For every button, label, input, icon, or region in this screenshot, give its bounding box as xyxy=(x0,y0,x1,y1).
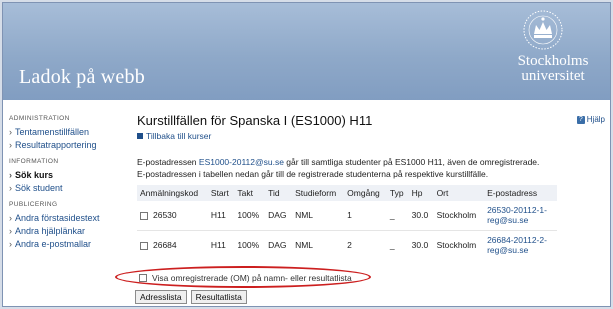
app-title: Ladok på webb xyxy=(19,66,145,88)
app-window: Ladok på webb Stockholms universitet ADM… xyxy=(2,2,611,307)
sidebar-item-andra-hjalplankar[interactable]: › Andra hjälplänkar xyxy=(9,225,121,238)
info-pre: E-postadressen xyxy=(137,157,199,167)
column-header: Anmälningskod xyxy=(137,185,208,201)
sidebar-item-label: Sök student xyxy=(15,183,63,193)
code-cell: 26684 xyxy=(137,229,208,259)
sidebar-item-sok-kurs[interactable]: › Sök kurs xyxy=(9,169,121,182)
studieform-cell: NML xyxy=(295,210,314,221)
column-header: E-postadress xyxy=(484,185,557,201)
column-header: Ort xyxy=(433,185,485,201)
typ-cell: _ xyxy=(389,210,395,221)
sidebar-item-andra-e-postmallar[interactable]: › Andra e-postmallar xyxy=(9,238,121,251)
sidebar-item-label: Andra e-postmallar xyxy=(15,239,92,249)
row-checkbox[interactable] xyxy=(140,241,148,250)
email-link[interactable]: 26684-20112-2- reg@su.se xyxy=(484,229,557,259)
address-list-button[interactable]: Adresslista xyxy=(135,290,187,304)
column-header: Typ xyxy=(386,185,409,201)
sidebar-item-andra-forstasidestext[interactable]: › Andra förstasidestext xyxy=(9,212,121,225)
studieform-cell: NML xyxy=(292,229,345,259)
crown-crest-icon xyxy=(523,10,563,50)
table-row: 26684 H11 100% DAG NML 2 _ 30.0 Stockhol… xyxy=(137,229,557,259)
tid-cell: DAG xyxy=(265,229,293,259)
table-row: 26530 H11 100% DAG NML 1 _ 30.0 Stockhol… xyxy=(137,201,557,230)
chevron-right-icon: › xyxy=(9,226,12,236)
column-header: Tid xyxy=(265,185,293,201)
code-value: 26684 xyxy=(153,239,177,250)
takt-cell: 100% xyxy=(237,210,260,221)
result-list-button[interactable]: Resultatlista xyxy=(190,290,247,304)
chevron-right-icon: › xyxy=(9,127,12,137)
column-header: Start xyxy=(207,185,235,201)
info-text: E-postadressen ES1000-20112@su.se går ti… xyxy=(137,156,609,180)
university-logo[interactable]: Stockholms universitet xyxy=(501,7,601,89)
omgang-cell: 2 xyxy=(344,229,387,259)
email-link[interactable]: 26530-20112-1- reg@su.se xyxy=(484,201,557,230)
page-header: Ladok på webb Stockholms universitet xyxy=(3,3,610,100)
sidebar-item-label: Andra hjälplänkar xyxy=(15,226,86,236)
brand-line: Stockholms xyxy=(517,53,589,69)
email-line: reg@su.se xyxy=(487,244,529,255)
sidebar-section-title: PUBLICERING xyxy=(9,201,58,208)
main-content: ? Hjälp Kurstillfällen för Spanska I (ES1… xyxy=(137,113,609,259)
chevron-right-icon: › xyxy=(9,183,12,193)
hp-cell: 30.0 xyxy=(408,229,434,259)
info-post: går till samtliga studenter på ES1000 H1… xyxy=(283,157,540,167)
ort-cell: Stockholm xyxy=(433,229,485,259)
show-reregistered-option[interactable]: Visa omregistrerade (OM) på namn- eller … xyxy=(139,273,352,283)
show-reregistered-checkbox[interactable] xyxy=(139,274,147,282)
email-line: reg@su.se xyxy=(487,215,529,226)
chevron-right-icon: › xyxy=(9,170,12,180)
help-icon: ? xyxy=(576,115,585,124)
code-cell: 26530 xyxy=(137,201,208,230)
start-cell: H11 xyxy=(207,229,235,259)
course-email-link[interactable]: ES1000-20112@su.se xyxy=(199,157,284,167)
brand-name: Stockholms universitet xyxy=(501,54,605,84)
info-line2: E-postadressen i tabellen nedan går till… xyxy=(137,169,489,179)
column-header: Hp xyxy=(408,185,434,201)
help-label: Hjälp xyxy=(586,115,605,124)
page-title: Kurstillfällen för Spanska I (ES1000) H1… xyxy=(137,113,373,128)
start-cell: H11 xyxy=(210,210,226,221)
sidebar: ADMINISTRATION › Tentamenstillfällen › Res… xyxy=(9,113,121,251)
sidebar-section-title: INFORMATION xyxy=(9,158,59,165)
chevron-right-icon: › xyxy=(9,213,12,223)
chevron-right-icon: › xyxy=(9,239,12,249)
takt-cell: 100% xyxy=(234,229,266,259)
tid-cell: DAG xyxy=(268,210,287,221)
table-header-row: Anmälningskod Start Takt Tid Studieform … xyxy=(137,185,557,201)
code-value: 26530 xyxy=(153,210,177,221)
back-link-label: Tillbaka till kurser xyxy=(146,131,212,141)
sidebar-item-label: Resultatrapportering xyxy=(15,140,97,150)
back-icon xyxy=(137,133,143,139)
email-line: 26684-20112-2- xyxy=(487,234,547,245)
ort-cell: Stockholm xyxy=(436,210,477,221)
email-line: 26530-20112-1- xyxy=(487,205,547,216)
sidebar-item-sok-student[interactable]: › Sök student xyxy=(9,182,121,195)
sidebar-item-label: Tentamenstillfällen xyxy=(15,127,90,137)
course-instances-table: Anmälningskod Start Takt Tid Studieform … xyxy=(137,185,557,259)
show-reregistered-label: Visa omregistrerade (OM) på namn- eller … xyxy=(152,273,352,283)
hp-cell: 30.0 xyxy=(411,210,429,221)
help-link[interactable]: ? Hjälp xyxy=(576,115,605,124)
sidebar-item-resultatrapportering[interactable]: › Resultatrapportering xyxy=(9,139,121,152)
sidebar-section-title: ADMINISTRATION xyxy=(9,115,70,122)
sidebar-item-label: Sök kurs xyxy=(15,170,54,180)
action-buttons: Adresslista Resultatlista xyxy=(135,290,247,304)
brand-line: universitet xyxy=(521,68,585,84)
back-to-courses-link[interactable]: Tillbaka till kurser xyxy=(137,131,609,141)
chevron-right-icon: › xyxy=(9,140,12,150)
typ-cell: _ xyxy=(386,229,409,259)
column-header: Studieform xyxy=(292,185,345,201)
column-header: Takt xyxy=(234,185,266,201)
column-header: Omgång xyxy=(344,185,387,201)
omgang-cell: 1 xyxy=(347,210,352,221)
sidebar-item-tentamenstillfallen[interactable]: › Tentamenstillfällen xyxy=(9,126,121,139)
row-checkbox[interactable] xyxy=(140,212,148,220)
sidebar-item-label: Andra förstasidestext xyxy=(15,213,100,223)
